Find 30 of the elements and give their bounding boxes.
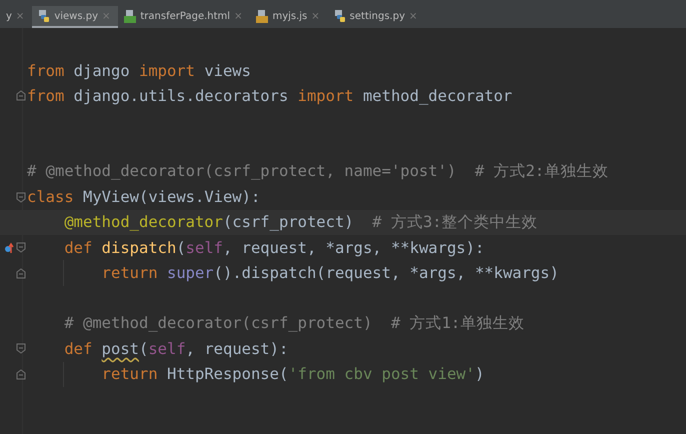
code-line: return HttpResponse('from cbv post view') (100, 365, 484, 384)
fold-end-icon[interactable] (16, 368, 26, 380)
fold-icon[interactable] (16, 343, 26, 354)
code-line: def dispatch(self, request, *args, **kwargs): (63, 238, 484, 257)
code-line: return super().dispatch(request, *args, **kwargs) (100, 264, 559, 282)
html-file-icon (124, 10, 136, 22)
close-tab-button[interactable]: × (311, 10, 320, 22)
code-line: @method_decorator(csrf_protect) # 方式3:整个类中生效 (63, 212, 538, 233)
code-line: class MyView(views.View): (27, 188, 260, 206)
close-tab-button[interactable]: × (234, 10, 242, 22)
code-line: from django.utils.decorators import method_decorator (27, 86, 512, 105)
python-file-icon (38, 10, 50, 22)
fold-end-icon[interactable] (16, 268, 26, 279)
close-tab-button[interactable]: × (16, 10, 24, 22)
code-line: def post(self, request): (63, 340, 288, 358)
file-tab[interactable]: myjs.js × (250, 6, 328, 28)
fold-icon[interactable] (16, 192, 26, 203)
file-tab[interactable]: y × (0, 6, 32, 28)
code-line: # @method_decorator(csrf_protect, name='post') # 方式2:单独生效 (27, 161, 608, 182)
file-tab[interactable]: settings.py × (328, 6, 426, 28)
python-file-icon (334, 10, 346, 22)
file-tab[interactable]: transferPage.html × (118, 6, 250, 28)
fold-end-icon[interactable] (16, 90, 26, 102)
code-line: # @method_decorator(csrf_protect) # 方式1:单独生效 (63, 313, 524, 334)
override-marker-icon[interactable] (5, 242, 14, 254)
fold-icon[interactable] (16, 242, 26, 254)
js-file-icon (256, 10, 268, 22)
close-tab-button[interactable]: × (409, 10, 418, 22)
file-tab[interactable]: views.py × (32, 6, 118, 28)
code-line: from django import views (27, 62, 251, 80)
